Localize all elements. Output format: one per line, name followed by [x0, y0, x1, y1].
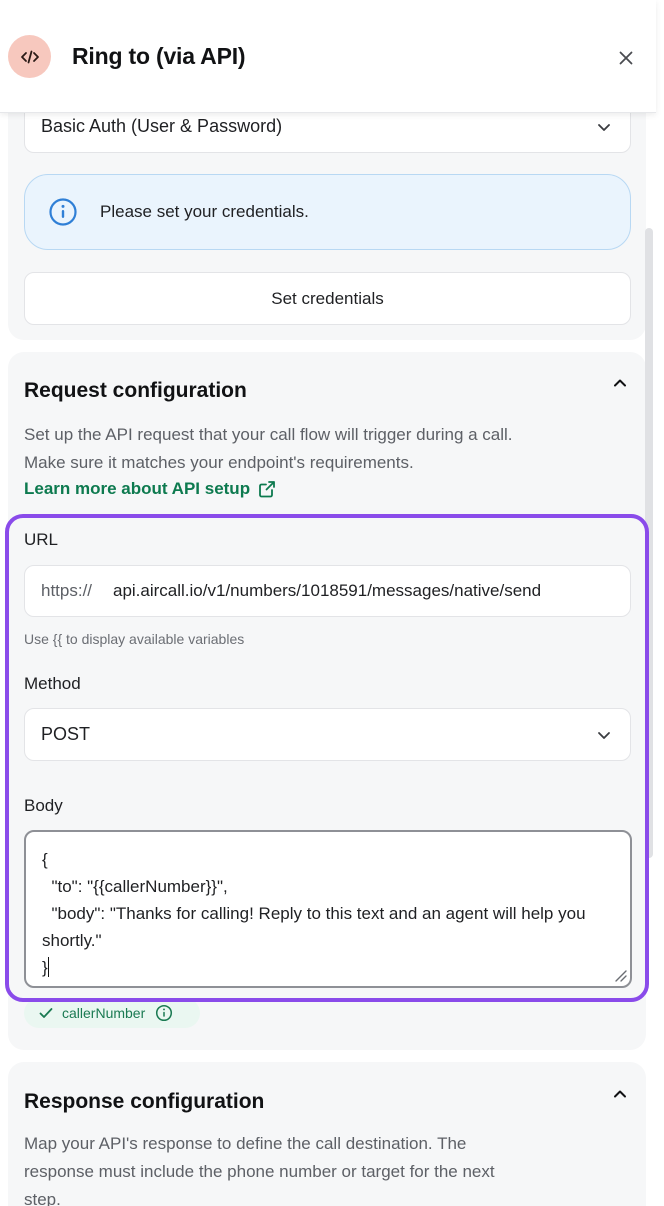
method-label: Method	[24, 674, 81, 693]
url-input[interactable]: https:// api.aircall.io/v1/numbers/10185…	[24, 565, 631, 617]
set-credentials-button[interactable]: Set credentials	[24, 272, 631, 325]
resize-handle-icon[interactable]	[611, 966, 627, 982]
info-icon	[48, 197, 78, 227]
body-text: { "to": "{{callerNumber}}", "body": "Tha…	[42, 850, 586, 977]
response-configuration-title: Response configuration	[24, 1090, 265, 1113]
url-prefix: https://	[41, 581, 93, 600]
panel-scroll-area[interactable]: Basic Auth (User & Password) Please set …	[0, 0, 656, 1206]
auth-method-value: Basic Auth (User & Password)	[41, 116, 283, 136]
external-link-icon	[259, 481, 275, 498]
panel-header: Ring to (via API)	[0, 0, 656, 113]
request-configuration-title: Request configuration	[24, 379, 247, 402]
info-icon[interactable]	[155, 1004, 173, 1022]
body-label: Body	[24, 796, 63, 815]
collapse-response-button[interactable]	[610, 1084, 630, 1104]
chevron-up-icon	[614, 1090, 626, 1098]
variable-chip[interactable]: callerNumber	[24, 998, 200, 1028]
method-select[interactable]: POST	[24, 708, 631, 761]
variable-chip-label: callerNumber	[62, 1005, 146, 1021]
url-value: api.aircall.io/v1/numbers/1018591/messag…	[113, 581, 542, 600]
text-caret	[47, 957, 49, 977]
request-description: Set up the API request that your call fl…	[24, 425, 513, 472]
body-textarea[interactable]: { "to": "{{callerNumber}}", "body": "Tha…	[24, 830, 632, 988]
learn-more-api-link[interactable]: Learn more about API setup	[24, 479, 277, 499]
close-icon	[619, 51, 633, 65]
check-icon	[38, 1005, 54, 1021]
chevron-down-icon	[596, 727, 612, 743]
response-description: Map your API's response to define the ca…	[24, 1134, 495, 1206]
scrollbar[interactable]	[645, 228, 653, 858]
learn-more-label: Learn more about API setup	[24, 479, 251, 498]
url-label: URL	[24, 530, 59, 549]
code-icon	[8, 35, 51, 78]
ring-to-api-panel: Basic Auth (User & Password) Please set …	[0, 0, 664, 1206]
credentials-info-banner: Please set your credentials.	[24, 174, 631, 250]
close-button[interactable]	[612, 44, 640, 72]
credentials-info-text: Please set your credentials.	[100, 202, 309, 221]
chevron-up-icon	[614, 379, 626, 387]
method-value: POST	[41, 724, 91, 744]
panel-title: Ring to (via API)	[72, 43, 246, 69]
collapse-request-button[interactable]	[610, 373, 630, 393]
chevron-down-icon	[596, 119, 612, 135]
variables-hint: Use {{ to display available variables	[24, 631, 245, 647]
